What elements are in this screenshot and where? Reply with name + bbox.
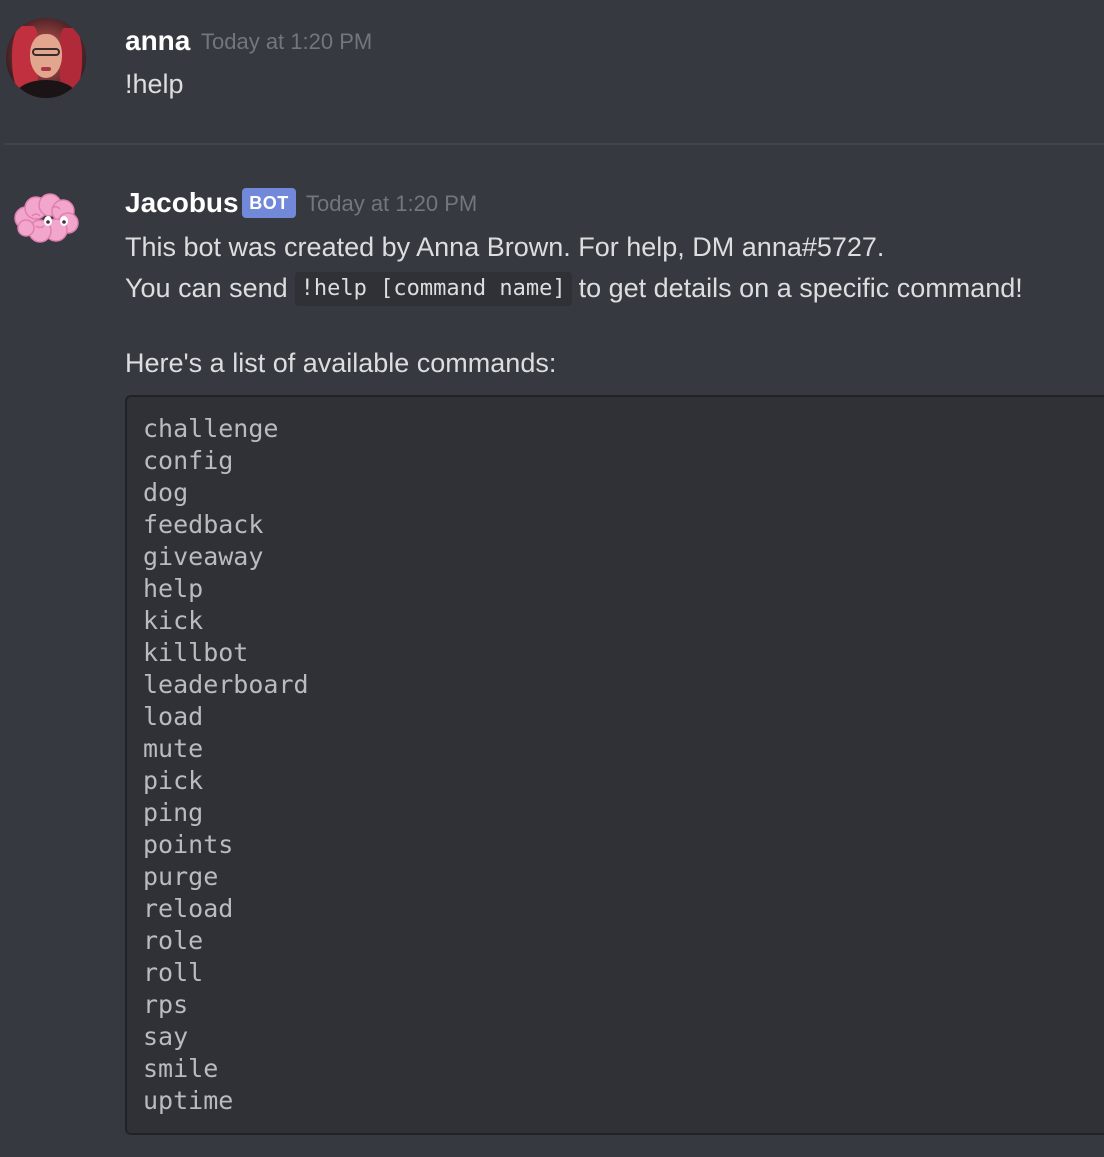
command-item: dog [143,478,189,507]
command-item: ping [143,798,204,827]
command-item: reload [143,894,234,923]
line-2-text-after: to get details on a specific command! [578,273,1023,303]
command-item: pick [143,766,204,795]
command-item: feedback [143,510,264,539]
command-item: kick [143,606,204,635]
command-item: role [143,926,204,955]
command-item: rps [143,990,189,1019]
command-item: killbot [143,638,249,667]
command-item: load [143,702,204,731]
command-item: config [143,446,234,475]
message-author-username[interactable]: Jacobus [125,189,239,217]
command-item: uptime [143,1086,234,1115]
inline-code: !help [command name] [294,272,572,307]
avatar-glasses [32,48,60,56]
bot-avatar[interactable] [10,188,82,260]
command-item: roll [143,958,204,987]
line-2-text-before: You can send [125,273,288,303]
command-item: help [143,574,204,603]
user-avatar[interactable] [6,18,86,98]
avatar-lips [41,67,51,71]
command-item: giveaway [143,542,264,571]
command-item: smile [143,1054,219,1083]
bot-badge: BOT [242,188,296,218]
message-author-username[interactable]: anna [125,27,190,55]
message-content: !help [125,69,184,99]
command-item: challenge [143,414,279,443]
message-content-line-1: This bot was created by Anna Brown. For … [125,232,885,262]
brain-icon [14,193,79,243]
message-content-line-2: You can send !help [command name] to get d… [125,272,1023,307]
message-divider [4,143,1104,145]
command-list: challenge config dog feedback giveaway help ki… [143,413,309,1117]
message-timestamp[interactable]: Today at 1:20 PM [306,193,477,215]
message-timestamp[interactable]: Today at 1:20 PM [201,31,372,53]
command-item: leaderboard [143,670,309,699]
command-item: points [143,830,234,859]
bot-badge-label: BOT [249,192,289,213]
avatar-face [30,34,62,78]
command-item: say [143,1022,189,1051]
command-item: purge [143,862,219,891]
message-content-line-3: Here's a list of available commands: [125,348,557,378]
command-item: mute [143,734,204,763]
